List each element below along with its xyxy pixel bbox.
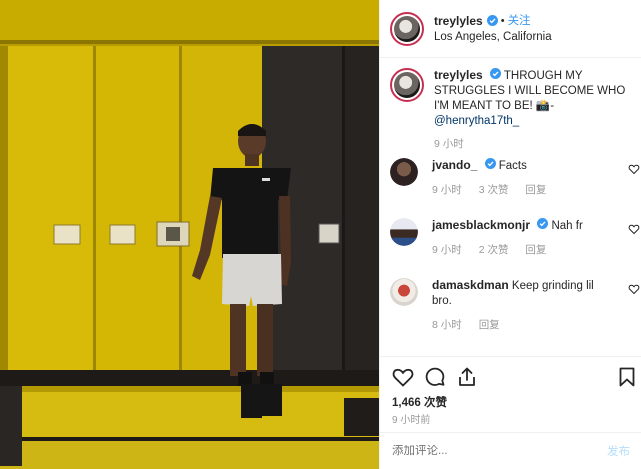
caption-author-avatar[interactable] — [390, 68, 424, 102]
comment-username[interactable]: damaskdman — [432, 278, 509, 292]
caption-mention[interactable]: @henrytha17th_ — [434, 115, 519, 127]
reply-button[interactable]: 回复 — [525, 244, 546, 256]
comment-body: jamesblackmonjr Nah fr 9 小时 2 次赞 回复 — [432, 218, 602, 258]
heart-icon[interactable] — [628, 282, 640, 295]
location-link[interactable]: Los Angeles, California — [434, 29, 552, 45]
comment-time[interactable]: 9 小时 — [432, 184, 462, 196]
comment-meta: 8 小时 回复 — [432, 318, 602, 333]
post-details-panel: treylyles • 关注 Los Angeles, California t… — [379, 0, 641, 469]
action-bar: 1,466 次赞 9 小时前 — [380, 356, 641, 432]
bookmark-icon[interactable] — [615, 365, 639, 389]
comment-item: damaskdman Keep grinding lil bro. 8 小时 回… — [390, 278, 640, 333]
comment-text: Facts — [498, 160, 527, 172]
comment-body: jvando_ Facts 9 小时 3 次赞 回复 — [432, 158, 602, 198]
post-photo[interactable] — [0, 0, 379, 469]
heart-icon[interactable] — [391, 365, 415, 389]
post-time[interactable]: 9 小时前 — [392, 411, 430, 426]
author-username[interactable]: treylyles — [434, 13, 483, 29]
commenter-avatar[interactable] — [390, 218, 418, 246]
add-comment-bar: 发布 — [380, 432, 641, 469]
comment-item: jamesblackmonjr Nah fr 9 小时 2 次赞 回复 — [390, 218, 640, 258]
caption: treylyles THROUGH MY STRUGGLES I WILL BE… — [390, 68, 630, 152]
share-icon[interactable] — [455, 365, 479, 389]
heart-icon[interactable] — [628, 222, 640, 235]
commenter-avatar[interactable] — [390, 158, 418, 186]
caption-username[interactable]: treylyles — [434, 68, 483, 82]
comment-likes[interactable]: 2 次赞 — [479, 244, 509, 256]
comment-item: jvando_ Facts 9 小时 3 次赞 回复 — [390, 158, 640, 198]
verified-icon — [489, 68, 501, 79]
comment-icon[interactable] — [423, 365, 447, 389]
comment-time[interactable]: 8 小时 — [432, 319, 462, 331]
follow-button[interactable]: 关注 — [508, 13, 531, 29]
post-comment-button[interactable]: 发布 — [607, 443, 630, 459]
comments-list[interactable]: treylyles THROUGH MY STRUGGLES I WILL BE… — [380, 58, 641, 353]
comment-time[interactable]: 9 小时 — [432, 244, 462, 256]
comment-username[interactable]: jamesblackmonjr — [432, 218, 530, 232]
heart-icon[interactable] — [628, 162, 640, 175]
author-info: treylyles • 关注 Los Angeles, California — [434, 13, 552, 45]
commenter-avatar[interactable] — [390, 278, 418, 306]
verified-icon — [537, 218, 549, 229]
like-count[interactable]: 1,466 次赞 — [392, 394, 447, 410]
caption-time[interactable]: 9 小时 — [434, 137, 630, 152]
add-comment-input[interactable] — [392, 445, 607, 457]
reply-button[interactable]: 回复 — [525, 184, 546, 196]
comment-username[interactable]: jvando_ — [432, 158, 477, 172]
post-header: treylyles • 关注 Los Angeles, California — [380, 0, 641, 58]
caption-body: treylyles THROUGH MY STRUGGLES I WILL BE… — [434, 68, 630, 152]
separator-dot: • — [500, 14, 505, 27]
comment-body: damaskdman Keep grinding lil bro. 8 小时 回… — [432, 278, 602, 333]
post-photo-art — [0, 0, 379, 469]
comment-meta: 9 小时 3 次赞 回复 — [432, 183, 602, 198]
comment-meta: 9 小时 2 次赞 回复 — [432, 243, 602, 258]
reply-button[interactable]: 回复 — [479, 319, 500, 331]
comment-text: Nah fr — [551, 220, 583, 232]
comment-likes[interactable]: 3 次赞 — [479, 184, 509, 196]
verified-icon — [484, 158, 496, 169]
verified-icon — [486, 15, 498, 26]
author-avatar[interactable] — [390, 11, 424, 46]
